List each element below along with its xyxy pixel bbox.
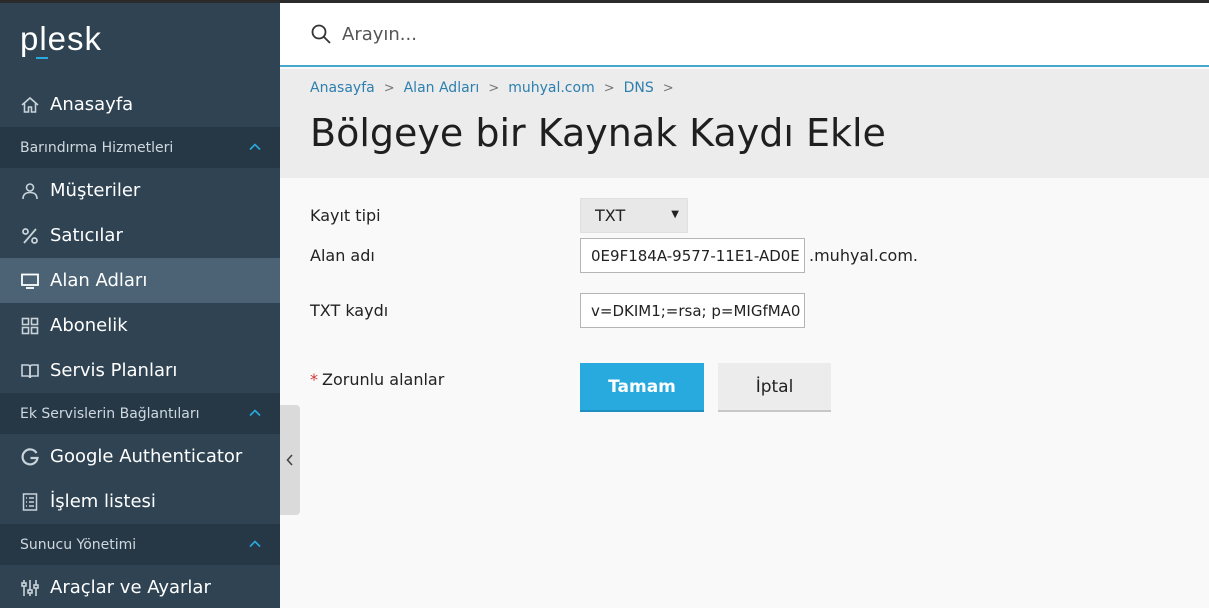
sidebar-item-google-authenticator[interactable]: Google Authenticator — [0, 434, 280, 479]
domain-name-label: Alan adı — [310, 246, 375, 265]
sidebar-item-label: Servis Planları — [50, 360, 178, 381]
sidebar-item-customers[interactable]: Müşteriler — [0, 168, 280, 213]
cancel-button[interactable]: İptal — [718, 363, 831, 412]
grid-icon — [20, 316, 40, 336]
record-type-value: TXT — [595, 206, 626, 225]
home-icon — [20, 95, 40, 115]
chevron-up-icon[interactable] — [248, 140, 262, 154]
sidebar-item-home[interactable]: Anasayfa — [0, 82, 280, 127]
list-icon — [20, 492, 40, 512]
sidebar-item-label: Abonelik — [50, 315, 128, 336]
chevron-right-icon: > — [488, 80, 500, 96]
required-label: Zorunlu alanlar — [322, 370, 445, 389]
sidebar-item-label: Anasayfa — [50, 94, 134, 115]
sidebar-group-label: Ek Servislerin Bağlantıları — [20, 405, 200, 422]
breadcrumb: Anasayfa > Alan Adları > muhyal.com > DN… — [310, 80, 683, 96]
percent-icon — [20, 226, 40, 246]
sidebar-item-label: Alan Adları — [50, 270, 148, 291]
user-icon — [20, 181, 40, 201]
required-star: * — [310, 370, 318, 389]
chevron-right-icon: > — [662, 80, 674, 96]
sidebar-item-label: İşlem listesi — [50, 491, 156, 512]
sliders-icon — [20, 578, 40, 598]
required-fields-note: * Zorunlu alanlar — [310, 370, 444, 389]
book-icon — [20, 361, 40, 381]
chevron-right-icon: > — [603, 80, 615, 96]
sidebar-item-action-log[interactable]: İşlem listesi — [0, 479, 280, 524]
chevron-up-icon[interactable] — [248, 537, 262, 551]
plesk-logo[interactable]: plesk — [20, 20, 102, 58]
search-icon — [311, 24, 331, 44]
sidebar-item-label: Satıcılar — [50, 225, 123, 246]
page-title: Bölgeye bir Kaynak Kaydı Ekle — [310, 111, 886, 155]
chevron-up-icon[interactable] — [248, 406, 262, 420]
sidebar-group-label: Barındırma Hizmetleri — [20, 139, 174, 156]
search-bar — [280, 3, 1209, 67]
txt-record-label: TXT kaydı — [310, 301, 389, 320]
monitor-icon — [20, 271, 40, 291]
domain-suffix: .muhyal.com. — [809, 246, 919, 265]
txt-record-input[interactable]: v=DKIM1;=rsa; p=MIGfMA0 — [580, 293, 805, 328]
sidebar-group-hosting[interactable]: Barındırma Hizmetleri — [0, 127, 280, 168]
sidebar-item-tools-settings[interactable]: Araçlar ve Ayarlar — [0, 565, 280, 608]
sidebar-item-label: Araçlar ve Ayarlar — [50, 577, 211, 598]
sidebar-item-label: Google Authenticator — [50, 446, 243, 467]
search-input[interactable] — [342, 23, 1042, 45]
chevron-left-icon — [286, 454, 293, 466]
sidebar-item-subscriptions[interactable]: Abonelik — [0, 303, 280, 348]
google-icon — [20, 447, 40, 467]
sidebar-item-resellers[interactable]: Satıcılar — [0, 213, 280, 258]
caret-down-icon: ▼ — [671, 209, 679, 220]
ok-button[interactable]: Tamam — [580, 363, 704, 412]
breadcrumb-dns[interactable]: DNS — [624, 80, 654, 96]
sidebar-collapse-handle[interactable] — [280, 405, 300, 515]
breadcrumb-home[interactable]: Anasayfa — [310, 80, 375, 96]
page-header: Anasayfa > Alan Adları > muhyal.com > DN… — [280, 69, 1209, 178]
sidebar-item-domains[interactable]: Alan Adları — [0, 258, 280, 303]
sidebar: plesk Anasayfa Barındırma Hizmetleri Müş… — [0, 0, 280, 608]
sidebar-item-label: Müşteriler — [50, 180, 141, 201]
sidebar-group-extensions[interactable]: Ek Servislerin Bağlantıları — [0, 393, 280, 434]
domain-name-input[interactable]: 0E9F184A-9577-11E1-AD0E — [580, 238, 805, 273]
sidebar-item-service-plans[interactable]: Servis Planları — [0, 348, 280, 393]
sidebar-group-label: Sunucu Yönetimi — [20, 536, 137, 553]
record-type-label: Kayıt tipi — [310, 206, 381, 225]
breadcrumb-domain[interactable]: muhyal.com — [508, 80, 595, 96]
window-top-border — [0, 0, 1209, 3]
sidebar-group-server-management[interactable]: Sunucu Yönetimi — [0, 524, 280, 565]
chevron-right-icon: > — [383, 80, 395, 96]
record-type-select[interactable]: TXT ▼ — [580, 198, 688, 233]
logo-accent — [36, 57, 48, 59]
breadcrumb-domains[interactable]: Alan Adları — [404, 80, 480, 96]
